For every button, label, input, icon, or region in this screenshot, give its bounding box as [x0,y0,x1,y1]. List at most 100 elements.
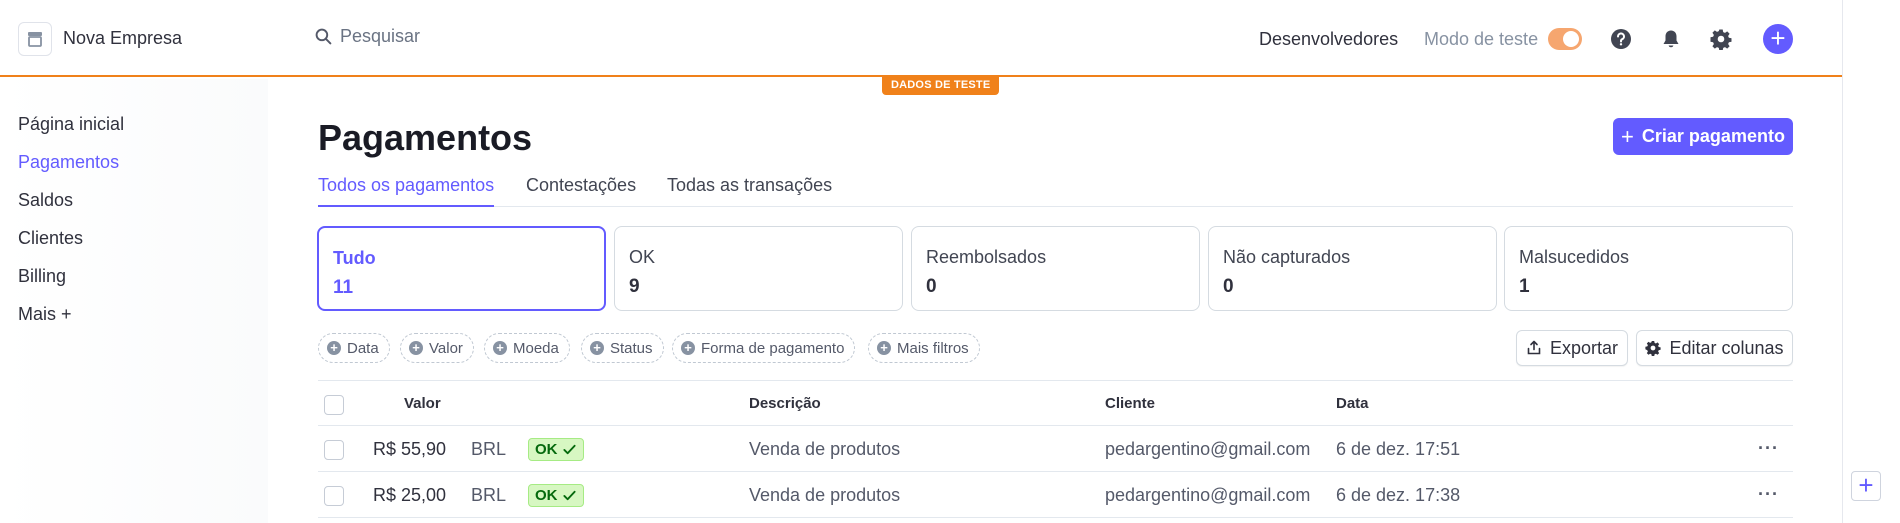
account-name[interactable]: Nova Empresa [63,28,182,49]
check-icon [562,490,576,501]
add-circle-icon: + [327,341,341,355]
row-customer: pedargentino@gmail.com [1105,485,1311,505]
row-currency: BRL [471,439,507,459]
check-icon [562,444,576,455]
sidebar-item-home[interactable]: Página inicial [18,114,124,135]
status-card-count: 1 [1519,276,1530,297]
export-button[interactable]: Exportar [1516,330,1628,366]
sidebar-item-payments[interactable]: Pagamentos [18,152,119,173]
add-circle-icon: + [493,341,507,355]
status-card-ok[interactable]: OK 9 [614,226,903,311]
filter-chip-amount[interactable]: + Valor [400,333,474,363]
store-icon[interactable] [18,22,52,56]
sidebar: Página inicial Pagamentos Saldos Cliente… [0,79,268,523]
developers-link[interactable]: Desenvolvedores [1259,29,1398,50]
row-checkbox[interactable] [324,486,344,506]
column-header-amount[interactable]: Valor [404,395,441,412]
status-card-label: Malsucedidos [1519,247,1630,267]
row-description: Venda de produtos [749,439,901,459]
row-more-menu-icon[interactable]: ··· [1758,438,1779,459]
payments-table: Valor Descrição Cliente Data R$ 55,90 BR… [318,380,1793,518]
gear-icon [1645,341,1662,356]
add-circle-icon: + [877,341,891,355]
status-card-label: Não capturados [1223,247,1351,267]
filter-chip-payment-method[interactable]: + Forma de pagamento [672,333,856,363]
filter-chip-label: Data [347,339,379,357]
filter-chip-date[interactable]: + Data [318,333,390,363]
table-header: Valor Descrição Cliente Data [318,380,1793,426]
filter-chip-more[interactable]: + Mais filtros [868,333,980,363]
row-more-menu-icon[interactable]: ··· [1758,484,1779,505]
select-all-checkbox[interactable] [324,395,344,415]
search-box[interactable] [315,26,640,47]
bell-icon[interactable] [1659,27,1683,51]
filter-chip-status[interactable]: + Status [581,333,664,363]
row-amount: R$ 25,00 [373,485,447,505]
status-card-all[interactable]: Tudo 11 [317,226,606,311]
sidebar-item-customers[interactable]: Clientes [18,228,83,249]
row-date: 6 de dez. 17:38 [1336,485,1461,505]
status-badge: OK [528,438,584,461]
add-circle-icon: + [409,341,423,355]
sidebar-item-more[interactable]: Mais + [18,304,72,325]
page-title: Pagamentos [318,117,533,158]
create-payment-label: Criar pagamento [1641,126,1785,146]
status-badge-label: OK [535,487,558,504]
gear-icon[interactable] [1709,27,1733,51]
status-card-label: OK [629,247,656,267]
row-customer: pedargentino@gmail.com [1105,439,1311,459]
create-plus-button[interactable]: + [1763,24,1793,54]
status-badge: OK [528,484,584,507]
sidebar-item-billing[interactable]: Billing [18,266,66,287]
test-mode-toggle[interactable] [1548,28,1582,50]
filter-chip-label: Status [610,339,653,357]
row-amount: R$ 55,90 [373,439,447,459]
add-plus-icon[interactable]: + [1851,471,1881,501]
tab-all-payments[interactable]: Todos os pagamentos [318,175,495,207]
edit-columns-label: Editar colunas [1669,337,1784,358]
right-gutter [1842,0,1900,523]
column-header-date[interactable]: Data [1336,395,1369,412]
status-card-label: Reembolsados [926,247,1047,267]
status-card-count: 0 [926,276,937,297]
add-circle-icon: + [681,341,695,355]
status-badge-label: OK [535,441,558,458]
edit-columns-button[interactable]: Editar colunas [1636,330,1793,366]
test-mode-label: Modo de teste [1424,29,1539,49]
status-card-count: 9 [629,276,640,297]
test-data-badge: DADOS DE TESTE [882,76,1000,95]
sidebar-item-balances[interactable]: Saldos [18,190,73,211]
column-header-description[interactable]: Descrição [749,395,821,412]
add-circle-icon: + [590,341,604,355]
table-row[interactable]: R$ 25,00 BRL OK Venda de produtos pedarg… [318,472,1793,518]
row-checkbox[interactable] [324,440,344,460]
table-row[interactable]: R$ 55,90 BRL OK Venda de produtos pedarg… [318,426,1793,472]
export-label: Exportar [1549,337,1619,358]
toggle-knob [1563,31,1579,47]
row-description: Venda de produtos [749,485,901,505]
tab-disputes[interactable]: Contestações [526,175,636,205]
status-card-uncaptured[interactable]: Não capturados 0 [1208,226,1497,311]
filter-chip-label: Moeda [513,339,559,357]
tab-all-transactions[interactable]: Todas as transações [667,175,832,205]
help-icon[interactable] [1609,27,1633,51]
status-card-label: Tudo [333,248,376,268]
search-input[interactable] [340,26,640,47]
search-icon [315,28,332,45]
filter-chip-label: Mais filtros [897,339,969,357]
column-header-customer[interactable]: Cliente [1105,395,1155,412]
top-bar: Nova Empresa Desenvolvedores Modo de tes… [0,0,1842,77]
filter-chip-currency[interactable]: + Moeda [484,333,570,363]
status-card-count: 11 [333,277,354,298]
create-payment-button[interactable]: + Criar pagamento [1613,118,1793,155]
app-root: Nova Empresa Desenvolvedores Modo de tes… [0,0,1900,523]
status-card-failed[interactable]: Malsucedidos 1 [1504,226,1793,311]
export-icon [1527,340,1541,355]
filter-chip-label: Valor [429,339,463,357]
row-date: 6 de dez. 17:51 [1336,439,1461,459]
plus-icon: + [1621,123,1634,149]
status-card-refunded[interactable]: Reembolsados 0 [911,226,1200,311]
status-card-count: 0 [1223,276,1234,297]
tab-bar: Todos os pagamentos Contestações Todas a… [318,175,1793,207]
filter-chip-label: Forma de pagamento [701,339,845,357]
